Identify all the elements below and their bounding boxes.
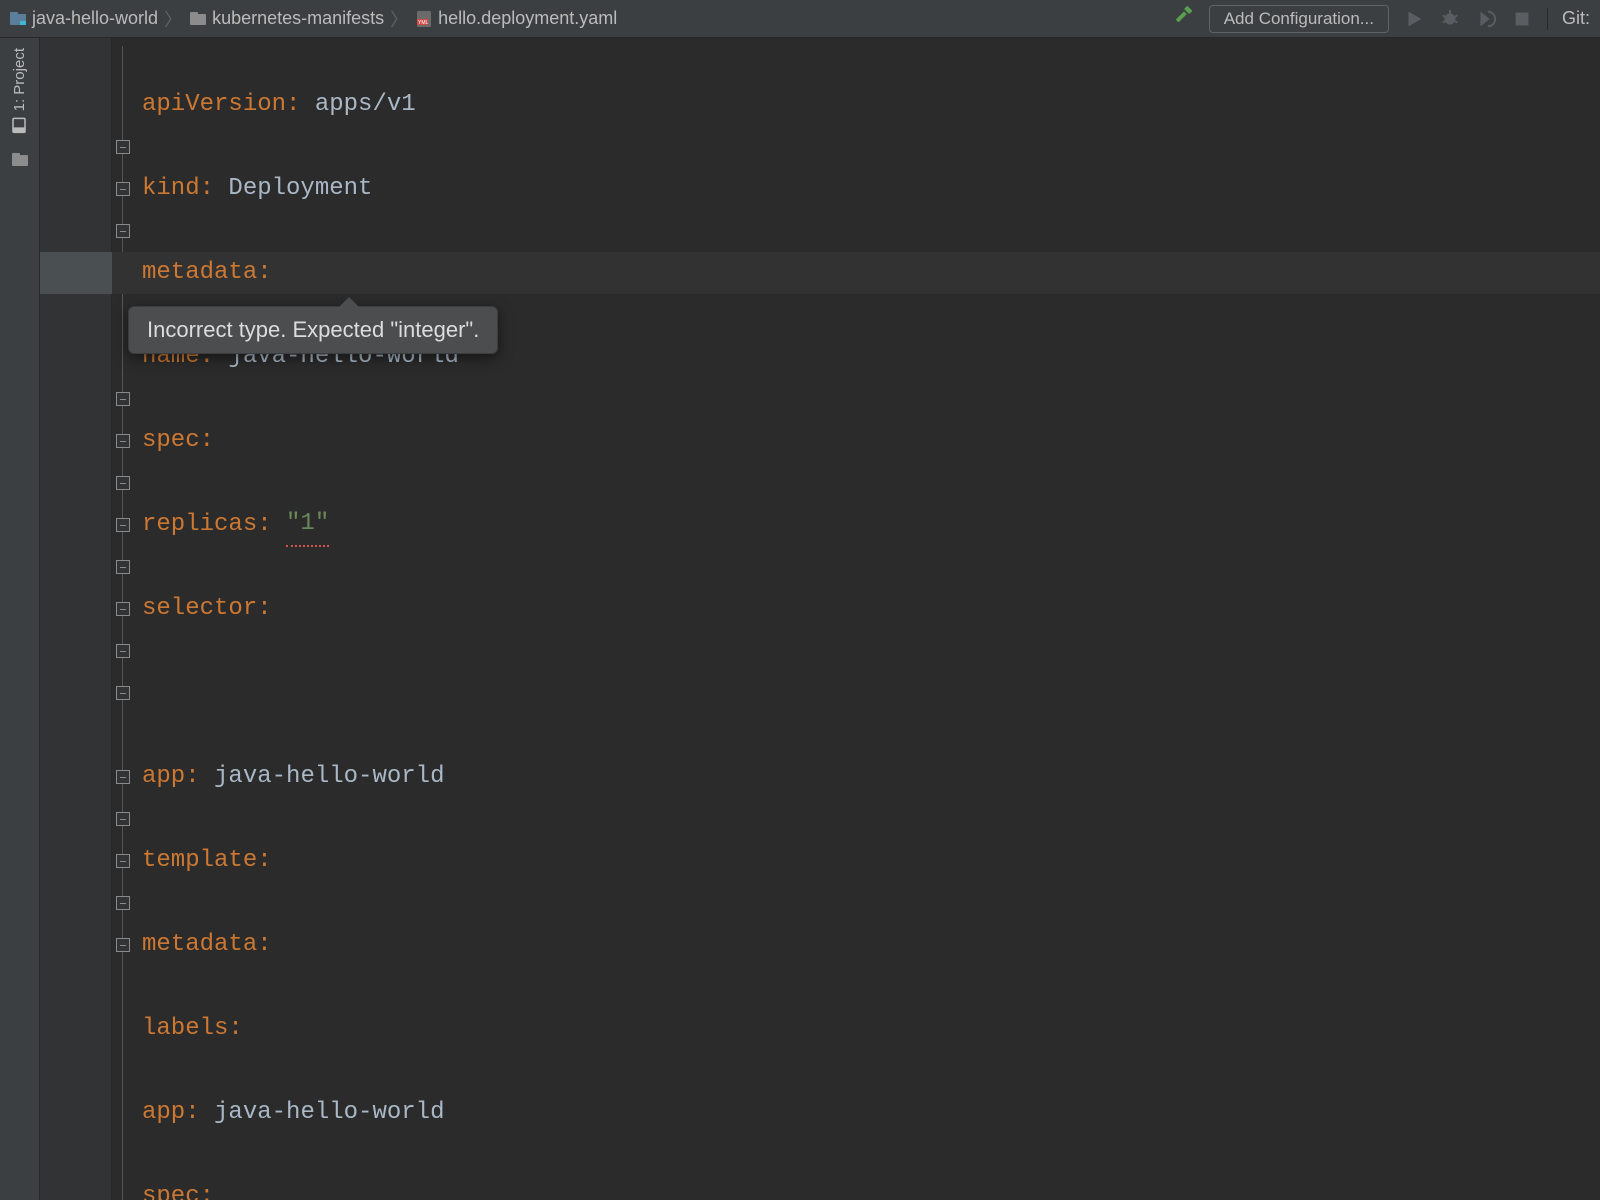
- fold-toggle-icon[interactable]: [116, 182, 130, 196]
- code-line[interactable]: selector:: [142, 588, 1600, 630]
- error-tooltip: Incorrect type. Expected "integer".: [128, 306, 498, 354]
- fold-toggle-icon[interactable]: [116, 518, 130, 532]
- code-line[interactable]: template:: [142, 840, 1600, 882]
- toolbar-right: Add Configuration... Git:: [1173, 5, 1592, 33]
- debug-icon[interactable]: [1439, 8, 1461, 30]
- editor[interactable]: apiVersion: apps/v1 kind: Deployment met…: [40, 38, 1600, 1200]
- chevron-right-icon: 〉: [162, 6, 184, 32]
- code-line[interactable]: app: java-hello-world: [142, 756, 1600, 798]
- code-line[interactable]: apiVersion: apps/v1: [142, 84, 1600, 126]
- run-icon[interactable]: [1403, 8, 1425, 30]
- breadcrumb-file[interactable]: hello.deployment.yaml: [438, 8, 617, 29]
- current-line-gutter-highlight: [40, 252, 112, 294]
- breadcrumb-folder[interactable]: kubernetes-manifests: [212, 8, 384, 29]
- code-line[interactable]: metadata:: [142, 924, 1600, 966]
- run-config-button[interactable]: Add Configuration...: [1209, 5, 1389, 33]
- toolbar-divider: [1547, 8, 1548, 30]
- fold-toggle-icon[interactable]: [116, 938, 130, 952]
- build-icon[interactable]: [1173, 5, 1195, 32]
- fold-toggle-icon[interactable]: [116, 602, 130, 616]
- code-line[interactable]: spec:: [142, 1176, 1600, 1200]
- code-line[interactable]: labels:: [142, 1008, 1600, 1050]
- fold-toggle-icon[interactable]: [116, 140, 130, 154]
- code-line[interactable]: replicas: "1": [142, 504, 1600, 546]
- fold-toggle-icon[interactable]: [116, 812, 130, 826]
- top-toolbar: java-hello-world 〉 kubernetes-manifests …: [0, 0, 1600, 38]
- fold-toggle-icon[interactable]: [116, 224, 130, 238]
- sidebar-folder-icon[interactable]: [10, 149, 30, 174]
- code-line[interactable]: kind: Deployment: [142, 168, 1600, 210]
- left-tool-strip: 1: Project: [0, 38, 40, 1200]
- code-line[interactable]: metadata:: [142, 252, 1600, 294]
- stop-icon[interactable]: [1511, 8, 1533, 30]
- error-token: "1": [286, 503, 329, 547]
- fold-toggle-icon[interactable]: [116, 476, 130, 490]
- fold-toggle-icon[interactable]: [116, 560, 130, 574]
- fold-toggle-icon[interactable]: [116, 770, 130, 784]
- fold-toggle-icon[interactable]: [116, 854, 130, 868]
- fold-toggle-icon[interactable]: [116, 896, 130, 910]
- breadcrumb[interactable]: java-hello-world 〉 kubernetes-manifests …: [8, 6, 617, 32]
- breadcrumb-project[interactable]: java-hello-world: [32, 8, 158, 29]
- fold-toggle-icon[interactable]: [116, 686, 130, 700]
- code-area[interactable]: apiVersion: apps/v1 kind: Deployment met…: [142, 38, 1600, 1200]
- project-tool-label: 1: Project: [11, 48, 28, 111]
- chevron-right-icon: 〉: [388, 6, 410, 32]
- code-line[interactable]: spec:: [142, 420, 1600, 462]
- main-area: 1: Project apiVersion: apps/v1 kind: Dep…: [0, 38, 1600, 1200]
- project-tool-window-button[interactable]: 1: Project: [11, 48, 28, 133]
- fold-guide-line: [122, 46, 123, 1200]
- fold-toggle-icon[interactable]: [116, 434, 130, 448]
- git-label[interactable]: Git:: [1562, 8, 1592, 29]
- svg-text:YML: YML: [418, 20, 429, 26]
- yaml-file-icon: YML: [414, 9, 434, 29]
- code-line[interactable]: [142, 672, 1600, 714]
- editor-gutter[interactable]: [40, 38, 112, 1200]
- project-icon: [8, 9, 28, 29]
- tooltip-text: Incorrect type. Expected "integer".: [147, 317, 479, 342]
- fold-toggle-icon[interactable]: [116, 644, 130, 658]
- code-line[interactable]: app: java-hello-world: [142, 1092, 1600, 1134]
- run-with-coverage-icon[interactable]: [1475, 8, 1497, 30]
- folder-icon: [188, 9, 208, 29]
- fold-toggle-icon[interactable]: [116, 392, 130, 406]
